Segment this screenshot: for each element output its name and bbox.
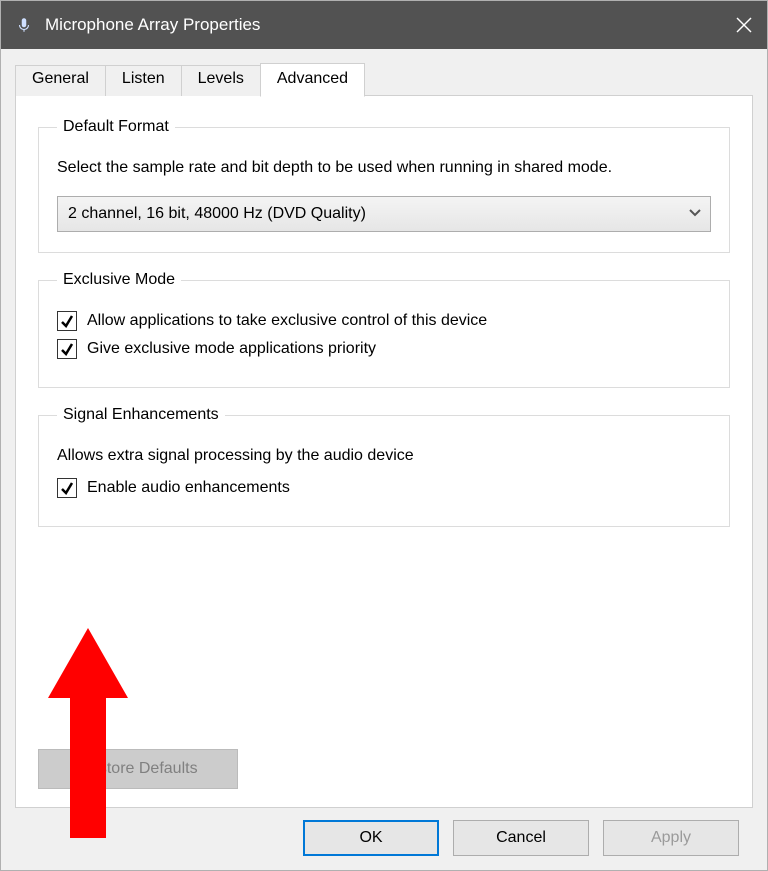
signal-enhancements-description: Allows extra signal processing by the au… bbox=[57, 444, 711, 468]
checkbox-label: Give exclusive mode applications priorit… bbox=[87, 340, 376, 358]
restore-defaults-label: Restore Defaults bbox=[78, 760, 197, 778]
window-title: Microphone Array Properties bbox=[45, 15, 721, 35]
tab-panel-advanced: Default Format Select the sample rate an… bbox=[15, 95, 753, 808]
checkbox-icon bbox=[57, 478, 77, 498]
close-button[interactable] bbox=[721, 1, 767, 49]
group-signal-enhancements: Signal Enhancements Allows extra signal … bbox=[38, 406, 730, 527]
properties-dialog: Microphone Array Properties General List… bbox=[0, 0, 768, 871]
checkbox-allow-exclusive[interactable]: Allow applications to take exclusive con… bbox=[57, 311, 711, 331]
checkbox-exclusive-priority[interactable]: Give exclusive mode applications priorit… bbox=[57, 339, 711, 359]
apply-button[interactable]: Apply bbox=[603, 820, 739, 856]
group-legend: Exclusive Mode bbox=[57, 271, 181, 289]
tab-advanced[interactable]: Advanced bbox=[260, 63, 365, 97]
dialog-buttons: OK Cancel Apply bbox=[15, 808, 753, 870]
checkbox-icon bbox=[57, 339, 77, 359]
tab-levels[interactable]: Levels bbox=[181, 65, 261, 96]
chevron-down-icon bbox=[688, 205, 702, 224]
group-default-format: Default Format Select the sample rate an… bbox=[38, 118, 730, 253]
titlebar: Microphone Array Properties bbox=[1, 1, 767, 49]
cancel-button[interactable]: Cancel bbox=[453, 820, 589, 856]
group-legend: Default Format bbox=[57, 118, 175, 136]
restore-defaults-button[interactable]: Restore Defaults bbox=[38, 749, 238, 789]
checkbox-enable-enhancements[interactable]: Enable audio enhancements bbox=[57, 478, 711, 498]
default-format-description: Select the sample rate and bit depth to … bbox=[57, 156, 711, 180]
tabstrip: General Listen Levels Advanced bbox=[15, 63, 753, 96]
sample-rate-dropdown[interactable]: 2 channel, 16 bit, 48000 Hz (DVD Quality… bbox=[57, 196, 711, 232]
checkbox-icon bbox=[57, 311, 77, 331]
group-exclusive-mode: Exclusive Mode Allow applications to tak… bbox=[38, 271, 730, 388]
microphone-icon bbox=[15, 16, 33, 34]
sample-rate-value: 2 channel, 16 bit, 48000 Hz (DVD Quality… bbox=[68, 205, 366, 223]
checkbox-label: Allow applications to take exclusive con… bbox=[87, 312, 487, 330]
ok-button[interactable]: OK bbox=[303, 820, 439, 856]
tab-general[interactable]: General bbox=[15, 65, 106, 96]
group-legend: Signal Enhancements bbox=[57, 406, 225, 424]
client-area: General Listen Levels Advanced Default F… bbox=[1, 49, 767, 870]
tab-listen[interactable]: Listen bbox=[105, 65, 182, 96]
checkbox-label: Enable audio enhancements bbox=[87, 479, 290, 497]
